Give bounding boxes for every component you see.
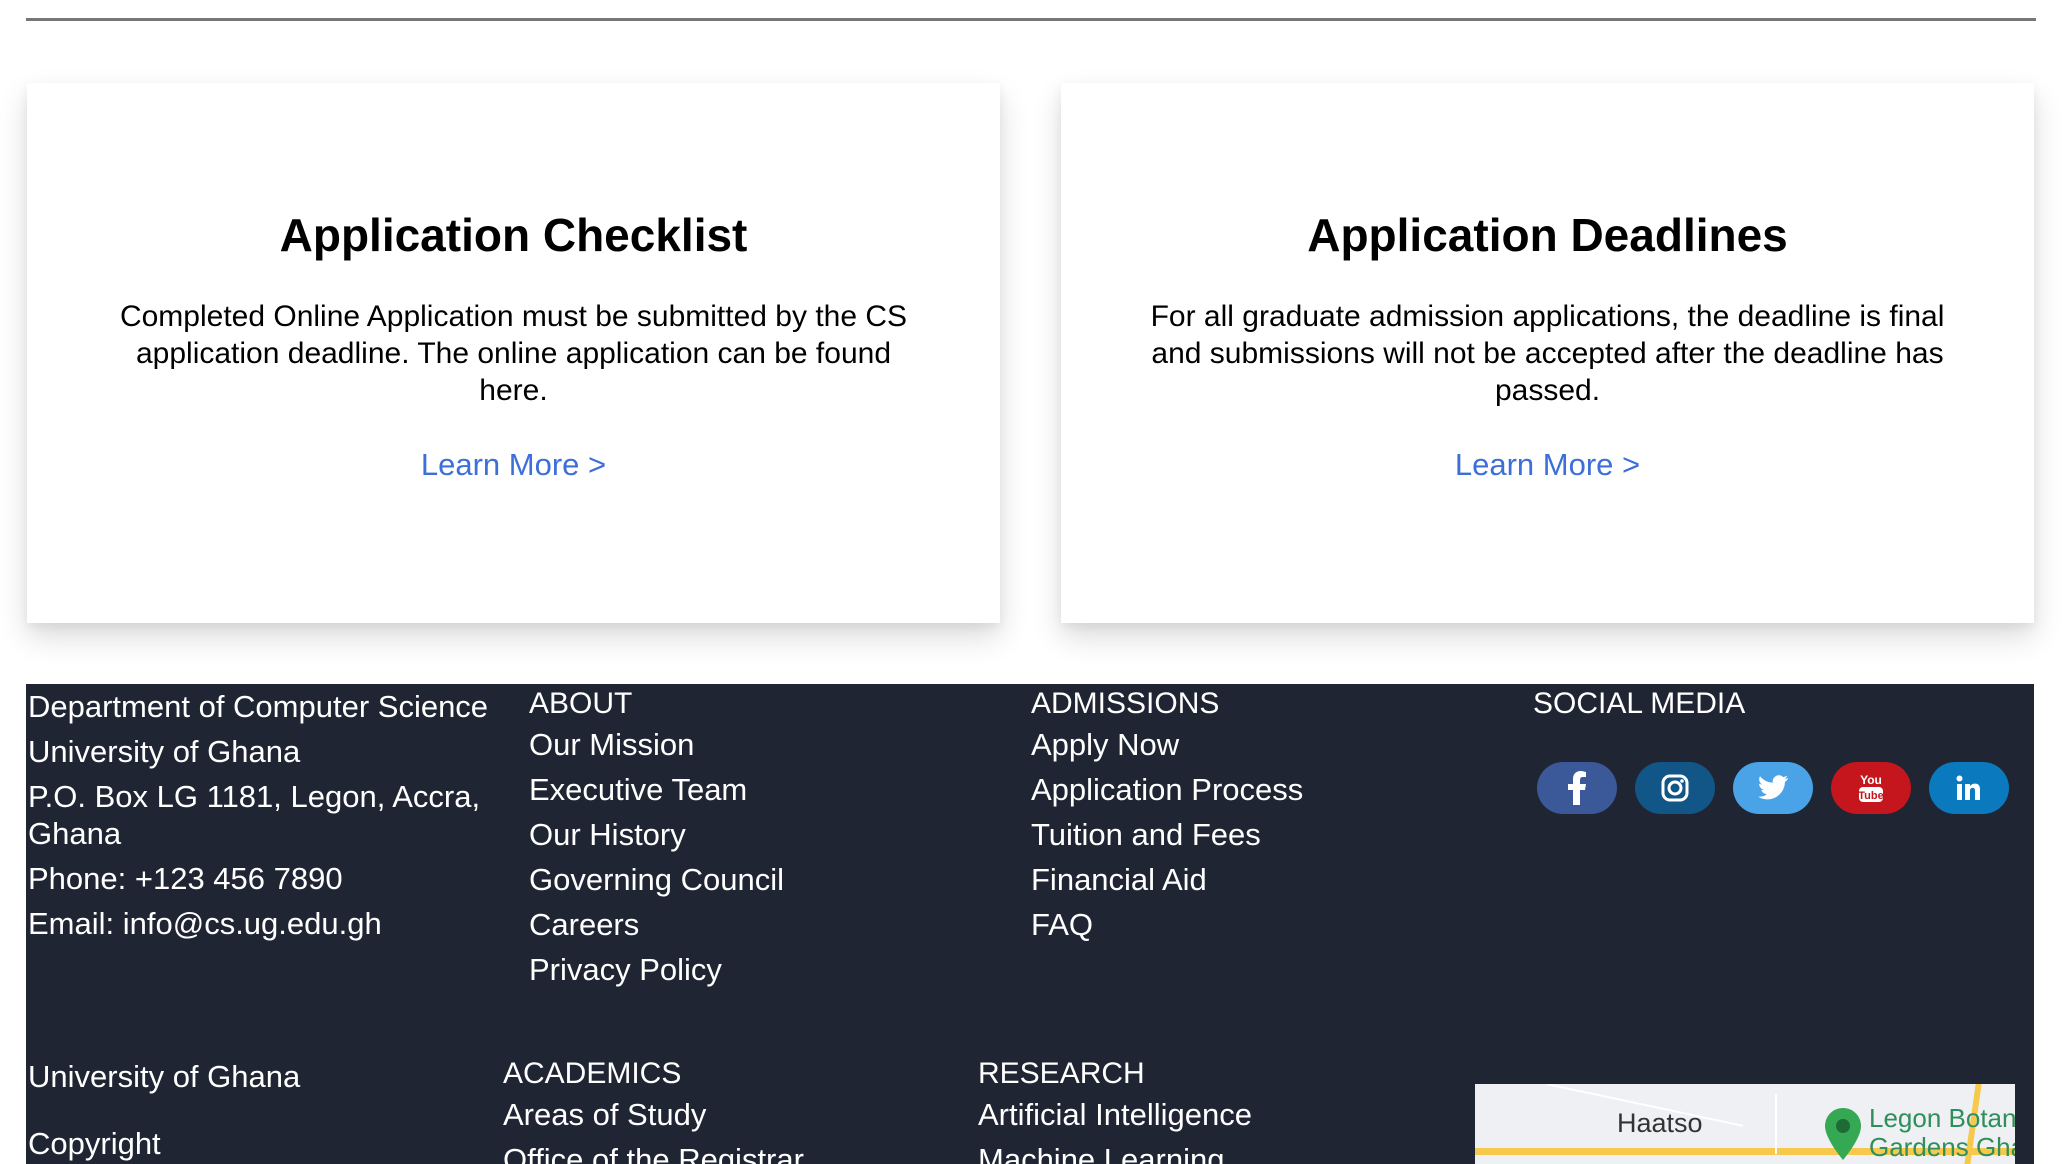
admissions-link-application-process[interactable]: Application Process [1031, 767, 1451, 812]
youtube-icon[interactable]: You Tube [1831, 762, 1911, 814]
email: Email: info@cs.ug.edu.gh [28, 906, 382, 941]
twitter-icon[interactable] [1733, 762, 1813, 814]
phone: Phone: +123 456 7890 [28, 861, 343, 896]
academics-heading: ACADEMICS [503, 1057, 682, 1090]
about-link-our-history[interactable]: Our History [529, 812, 949, 857]
card-title: Application Checklist [279, 209, 748, 261]
facebook-icon[interactable] [1537, 762, 1617, 814]
about-link-privacy-policy[interactable]: Privacy Policy [529, 947, 949, 992]
about-link-governing-council[interactable]: Governing Council [529, 857, 949, 902]
map-street [1775, 1094, 1777, 1154]
academics-link-areas-of-study[interactable]: Areas of Study [503, 1092, 923, 1137]
admissions-link-apply-now[interactable]: Apply Now [1031, 722, 1451, 767]
map-label-haatso: Haatso [1617, 1108, 1703, 1138]
site-footer: Department of Computer Science Universit… [26, 684, 2034, 1164]
linkedin-icon[interactable] [1929, 762, 2009, 814]
location-map[interactable]: Haatso Legon Botanical Gardens Ghana [1475, 1084, 2015, 1164]
university-name-bottom: University of Ghana [28, 1059, 301, 1094]
about-link-executive-team[interactable]: Executive Team [529, 767, 949, 812]
research-heading: RESEARCH [978, 1057, 1145, 1090]
footer-social: SOCIAL MEDIA [1533, 684, 2013, 722]
footer-bottom-left: University of Ghana Copyright [28, 1054, 448, 1164]
map-label-line: Gardens Ghana [1869, 1132, 2015, 1162]
learn-more-link[interactable]: Learn More > [1061, 445, 2034, 485]
top-divider [26, 18, 2036, 21]
research-link-machine-learning[interactable]: Machine Learning [978, 1137, 1398, 1164]
footer-academics: ACADEMICS Areas of Study Office of the R… [503, 1054, 923, 1164]
application-deadlines-card: Application Deadlines For all graduate a… [1061, 83, 2034, 623]
academics-link-office-of-registrar[interactable]: Office of the Registrar [503, 1137, 923, 1164]
social-icons: You Tube [1537, 762, 2009, 814]
card-title: Application Deadlines [1307, 209, 1788, 261]
map-pin-icon [1823, 1106, 1863, 1164]
about-link-careers[interactable]: Careers [529, 902, 949, 947]
about-link-our-mission[interactable]: Our Mission [529, 722, 949, 767]
admissions-link-tuition-fees[interactable]: Tuition and Fees [1031, 812, 1451, 857]
learn-more-link[interactable]: Learn More > [27, 445, 1000, 485]
department-name: Department of Computer Science [28, 689, 489, 724]
footer-about: ABOUT Our Mission Executive Team Our His… [529, 684, 949, 992]
svg-text:You: You [1860, 773, 1882, 787]
card-text: For all graduate admission applications,… [1150, 300, 1945, 407]
research-link-artificial-intelligence[interactable]: Artificial Intelligence [978, 1092, 1398, 1137]
application-checklist-card: Application Checklist Completed Online A… [27, 83, 1000, 623]
address: P.O. Box LG 1181, Legon, Accra, Ghana [28, 779, 481, 851]
instagram-icon[interactable] [1635, 762, 1715, 814]
university-name: University of Ghana [28, 734, 301, 769]
admissions-link-financial-aid[interactable]: Financial Aid [1031, 857, 1451, 902]
map-label-line: Legon Botanical [1869, 1103, 2015, 1133]
footer-contact: Department of Computer Science Universit… [28, 684, 508, 946]
footer-admissions: ADMISSIONS Apply Now Application Process… [1031, 684, 1451, 947]
admissions-link-faq[interactable]: FAQ [1031, 902, 1451, 947]
map-label-legon-botanical-gardens: Legon Botanical Gardens Ghana [1869, 1104, 2015, 1162]
admissions-heading: ADMISSIONS [1031, 687, 1220, 720]
svg-text:Tube: Tube [1858, 790, 1883, 802]
about-heading: ABOUT [529, 687, 633, 720]
card-text: Completed Online Application must be sub… [119, 300, 908, 407]
social-heading: SOCIAL MEDIA [1533, 687, 1746, 720]
copyright: Copyright [28, 1126, 161, 1161]
footer-research: RESEARCH Artificial Intelligence Machine… [978, 1054, 1398, 1164]
